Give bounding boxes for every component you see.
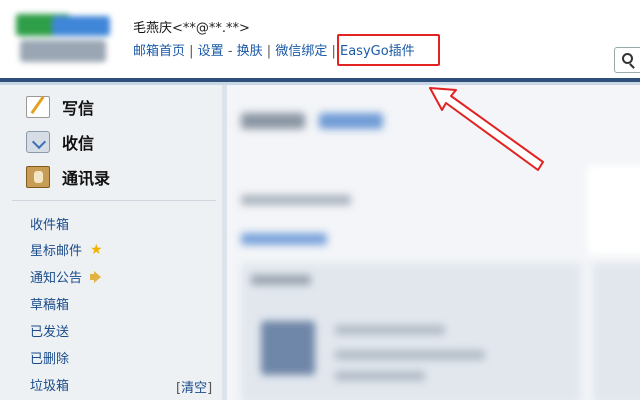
blurred-card-line [335,325,445,335]
contacts-icon [26,166,50,188]
star-icon: ★ [90,241,103,258]
mail-logo[interactable] [12,8,112,68]
folder-label: 草稿箱 [30,298,70,313]
home-link[interactable]: 邮箱首页 [133,44,185,59]
blurred-link-line [241,233,327,245]
folder-label: 已发送 [30,325,70,340]
blurred-side-panel [587,165,640,255]
settings-link[interactable]: 设置 [198,44,224,59]
write-icon [26,96,50,118]
contacts-label: 通讯录 [62,169,111,188]
folder-label: 通知公告 [30,271,83,286]
folder-inbox[interactable]: 收件箱 [30,214,69,233]
main-content-blurred [227,85,640,400]
user-email: <**@**.**> [172,21,250,36]
user-info: 毛燕庆<**@**.**> [133,17,250,36]
contacts-button[interactable]: 通讯录 [26,164,110,190]
skin-link[interactable]: 换肤 [237,44,263,59]
speaker-icon [90,271,102,283]
receive-button[interactable]: 收信 [26,129,94,155]
receive-label: 收信 [62,134,95,153]
sidebar-divider [12,200,216,201]
folder-sent[interactable]: 已发送 [30,321,69,340]
clear-spam-link[interactable]: [清空] [176,377,212,396]
wechat-bind-link[interactable]: 微信绑定 [275,44,327,59]
folder-spam[interactable]: 垃圾箱 [30,375,69,394]
folder-notices[interactable]: 通知公告 [30,267,102,286]
header: 毛燕庆<**@**.**> 邮箱首页 | 设置 - 换肤 | 微信绑定 | Ea… [0,0,640,80]
folder-label: 已删除 [30,352,70,367]
blurred-greeting [241,113,305,129]
folder-drafts[interactable]: 草稿箱 [30,294,69,313]
blurred-text-line [241,195,351,205]
search-icon [622,53,633,64]
blurred-card-title [251,275,311,285]
separator: | [262,44,276,59]
separator: | [185,44,198,59]
clear-label[interactable]: 清空 [181,381,207,396]
blurred-layer [227,85,640,400]
compose-label: 写信 [62,99,95,118]
blurred-card-icon [261,321,315,375]
bracket-close: ] [207,381,213,396]
logo-shape-gray [20,40,106,62]
folder-label: 收件箱 [30,218,70,233]
blurred-greeting-link [319,113,383,129]
separator: - [223,44,237,59]
search-button[interactable] [614,47,640,73]
folder-deleted[interactable]: 已删除 [30,348,69,367]
blurred-card-right [593,263,640,400]
compose-button[interactable]: 写信 [26,94,94,120]
annotation-highlight-box [337,34,440,66]
folder-starred[interactable]: 星标邮件 ★ [30,240,103,260]
blurred-card-line [335,350,485,360]
folder-label: 星标邮件 [30,244,83,259]
search-icon-handle [629,63,635,69]
folder-label: 垃圾箱 [30,379,70,394]
inbox-icon [26,131,50,153]
logo-shape-blue [52,16,110,36]
user-name: 毛燕庆 [133,21,173,36]
blurred-card-line [335,371,425,381]
